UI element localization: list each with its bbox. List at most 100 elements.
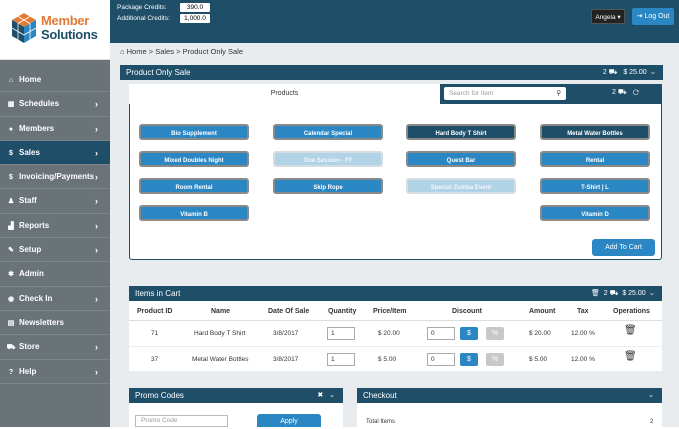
- chevron-down-icon[interactable]: ⌄: [329, 392, 335, 399]
- product-button: Special Zumba Event: [406, 178, 516, 194]
- promo-controls: ✖ ⌄: [317, 388, 335, 403]
- product-button[interactable]: Bio Supplement: [139, 124, 249, 140]
- sidebar-item-sales[interactable]: $ Sales ›: [0, 140, 110, 166]
- product-button[interactable]: Vitamin D: [540, 205, 650, 221]
- apply-button[interactable]: Apply: [257, 414, 321, 427]
- logo-text-line1: Member: [41, 13, 90, 28]
- apply-label: Apply: [280, 418, 298, 425]
- product-button[interactable]: Skip Rope: [273, 178, 383, 194]
- sidebar-item-home[interactable]: ⌂ Home: [0, 68, 110, 93]
- user-icon: ●: [8, 125, 14, 133]
- chevron-right-icon: ›: [95, 99, 98, 110]
- product-button[interactable]: Room Rental: [139, 178, 249, 194]
- user-name: Angela: [595, 14, 616, 21]
- cart-sale-date: 3/8/2017: [273, 330, 299, 337]
- checkout-title: Checkout: [363, 391, 397, 400]
- additional-credits: Additional Credits: 1,000.0: [117, 14, 210, 23]
- search-icon[interactable]: ⚲: [556, 87, 561, 100]
- sale-cart-count: 2: [602, 69, 607, 76]
- product-button[interactable]: Rental: [540, 151, 650, 167]
- add-to-cart-label: Add To Cart: [605, 244, 642, 251]
- search-input[interactable]: Search for Item ⚲: [444, 87, 566, 100]
- additional-credits-value: 1,000.0: [180, 14, 210, 23]
- cart-icon: ⛟: [608, 69, 618, 76]
- sidebar-item-label: Staff: [19, 196, 37, 206]
- chevron-right-icon: ›: [95, 147, 98, 158]
- sidebar: ⌂ Home ▦ Schedules › ● Members › $ Sales › $ Invoici…: [0, 60, 110, 427]
- chevron-down-icon[interactable]: ⌄: [648, 388, 654, 403]
- cart-title: Items in Cart: [135, 289, 181, 298]
- sidebar-item-store[interactable]: ⛟ Store ›: [0, 335, 110, 360]
- column-header: Date Of Sale: [268, 308, 310, 315]
- sidebar-item-help[interactable]: ? Help ›: [0, 360, 110, 384]
- chevron-down-icon[interactable]: ⌄: [651, 69, 655, 76]
- product-button[interactable]: Hard Body T Shirt: [406, 124, 516, 140]
- breadcrumb-home[interactable]: Home: [127, 47, 147, 56]
- logo[interactable]: Member Solutions: [0, 0, 110, 60]
- sidebar-item-label: Check In: [19, 293, 53, 303]
- cart-panel-header: Items in Cart 🗑 2 ⛟ $ 25.00 ⌄: [129, 286, 662, 301]
- product-button[interactable]: Vitamin B: [139, 205, 249, 221]
- sidebar-item-staff[interactable]: ♟ Staff ›: [0, 189, 110, 214]
- cart-icon: ⛟: [609, 290, 619, 297]
- discount-percent-button[interactable]: %: [486, 353, 504, 366]
- sidebar-item-members[interactable]: ● Members ›: [0, 117, 110, 141]
- sidebar-item-reports[interactable]: ▟ Reports ›: [0, 214, 110, 239]
- chevron-right-icon: ›: [95, 293, 98, 304]
- promo-code-input[interactable]: Promo Code: [135, 415, 228, 427]
- chevron-right-icon: ›: [95, 172, 98, 183]
- sidebar-item-newsletters[interactable]: ▤ Newsletters: [0, 311, 110, 336]
- sidebar-item-label: Invoicing/Payments: [19, 172, 95, 182]
- sale-panel-title: Product Only Sale: [126, 68, 191, 77]
- product-button[interactable]: Calendar Special: [273, 124, 383, 140]
- chevron-down-icon[interactable]: ⌄: [650, 290, 654, 297]
- staff-icon: ♟: [7, 198, 15, 206]
- promo-title: Promo Codes: [135, 391, 184, 400]
- product-button[interactable]: Mixed Doubles Night: [139, 151, 249, 167]
- add-to-cart-button[interactable]: Add To Cart: [592, 239, 655, 256]
- chart-icon: ▟: [8, 222, 14, 230]
- sidebar-item-check-in[interactable]: ◉ Check In ›: [0, 287, 110, 311]
- sidebar-item-invoicing-payments[interactable]: $ Invoicing/Payments ›: [0, 165, 110, 190]
- sidebar-item-admin[interactable]: ✱ Admin: [0, 262, 110, 287]
- checkout-card: [357, 403, 662, 427]
- wrench-icon: ✎: [8, 247, 14, 255]
- quantity-input[interactable]: 1: [327, 327, 355, 340]
- discount-dollar-button[interactable]: $: [460, 327, 478, 340]
- discount-input[interactable]: 0: [427, 353, 455, 366]
- quantity-input[interactable]: 1: [327, 353, 355, 366]
- delete-row-trash-icon[interactable]: 🗑: [624, 325, 637, 336]
- refresh-icon[interactable]: ⟳: [633, 89, 640, 96]
- sidebar-item-schedules[interactable]: ▦ Schedules ›: [0, 92, 110, 117]
- product-button: One Session - FF: [273, 151, 383, 167]
- additional-credits-label: Additional Credits:: [117, 15, 170, 22]
- cart-price: $ 5.00: [378, 356, 397, 363]
- logout-button[interactable]: ⇥ Log Out: [632, 8, 674, 25]
- chevron-right-icon: ›: [95, 123, 98, 134]
- breadcrumb-sales[interactable]: Sales: [155, 47, 174, 56]
- product-button[interactable]: Metal Water Bottles: [540, 124, 650, 140]
- delete-row-trash-icon[interactable]: 🗑: [624, 351, 637, 362]
- discount-percent-button[interactable]: %: [486, 327, 504, 340]
- products-cart-count: 2: [612, 89, 616, 96]
- sidebar-item-label: Newsletters: [19, 317, 64, 327]
- search-placeholder: Search for Item: [449, 90, 494, 97]
- discount-dollar-button[interactable]: $: [460, 353, 478, 366]
- user-menu-button[interactable]: Angela ▾: [591, 9, 625, 24]
- sidebar-item-label: Help: [19, 366, 37, 376]
- cart-summary: 🗑 2 ⛟ $ 25.00 ⌄: [591, 286, 654, 301]
- column-header: Name: [211, 308, 231, 315]
- product-button[interactable]: T-Shirt | L: [540, 178, 650, 194]
- cart-row-divider: [129, 346, 662, 347]
- product-button[interactable]: Quest Bar: [406, 151, 516, 167]
- sidebar-item-setup[interactable]: ✎ Setup ›: [0, 238, 110, 263]
- home-icon[interactable]: ⌂: [120, 47, 125, 56]
- close-icon[interactable]: ✖: [317, 392, 323, 399]
- trash-icon[interactable]: 🗑: [591, 290, 600, 297]
- package-credits-label: Package Credits:: [117, 4, 167, 11]
- logo-text-line2: Solutions: [41, 27, 98, 42]
- discount-input[interactable]: 0: [427, 327, 455, 340]
- tab-products[interactable]: Products: [129, 84, 440, 104]
- breadcrumb-current: Product Only Sale: [182, 47, 244, 56]
